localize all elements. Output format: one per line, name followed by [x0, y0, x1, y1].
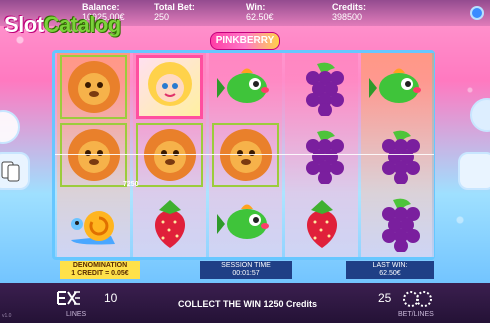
last-win-panel: LAST WIN: 62.50€ [346, 261, 434, 279]
symbol-lion [136, 123, 203, 187]
slotcatalog-watermark: SlotCatalog [4, 12, 121, 38]
symbol-lion [60, 123, 127, 187]
bet-lines-label: BET/LINES [398, 311, 434, 318]
denomination-value: 1 CREDIT = 0.05€ [71, 270, 129, 277]
symbol-strawberry [136, 191, 203, 255]
win-value: 62.50€ [246, 12, 274, 22]
collect-win-message: COLLECT THE WIN 1250 Credits [178, 299, 318, 309]
spin-settings-button[interactable] [458, 152, 490, 190]
last-win-value: 62.50€ [379, 270, 401, 277]
credits-stat: Credits: 398500 [332, 2, 366, 22]
lines-logo-icon[interactable] [56, 289, 82, 307]
lines-value: 10 [104, 291, 118, 305]
autoplay-button[interactable] [470, 98, 490, 132]
total-bet-value: 250 [154, 12, 170, 22]
grapes-icon [381, 130, 420, 184]
symbol-snail [60, 191, 127, 255]
symbol-grapes [364, 191, 431, 255]
symbol-fish [364, 55, 431, 119]
snail-icon [70, 211, 115, 245]
version-label: v1.0 [2, 313, 12, 319]
grapes-icon [305, 130, 344, 184]
session-time-panel: SESSION TIME 00:01:57 [200, 261, 292, 279]
fish-icon [368, 68, 421, 103]
symbol-grapes [288, 123, 355, 187]
strawberry-icon [306, 200, 337, 248]
win-small-value: 7250 [123, 181, 139, 188]
symbol-strawberry [288, 191, 355, 255]
session-label: SESSION TIME [221, 262, 271, 269]
symbol-grapes [288, 55, 355, 119]
watermark-part2: Catalog [43, 12, 122, 37]
reel-2 [133, 53, 206, 257]
lion-icon [67, 61, 120, 113]
strawberry-icon [154, 200, 185, 248]
lines-label: LINES [66, 311, 87, 318]
settings-gear-icon[interactable] [470, 6, 484, 20]
grapes-icon [305, 62, 344, 116]
reel-1 [57, 53, 130, 257]
symbol-grapes [364, 123, 431, 187]
lion-icon [143, 129, 196, 181]
session-value: 00:01:57 [232, 270, 260, 277]
reel-5 [361, 53, 434, 257]
last-win-label: LAST WIN: [372, 262, 408, 269]
reels-frame: 7250 [52, 50, 435, 260]
balance-label: Balance: [82, 2, 120, 12]
win-label: Win: [246, 2, 266, 12]
symbol-fish [212, 55, 279, 119]
fish-icon [216, 204, 269, 239]
reel-3 [209, 53, 282, 257]
lion-icon [219, 129, 272, 181]
fish-icon [216, 68, 269, 103]
credits-value: 398500 [332, 12, 363, 22]
lion-icon [67, 129, 120, 181]
symbol-lion [212, 123, 279, 187]
symbol-wild-doll [136, 55, 203, 119]
grapes-icon [381, 198, 420, 252]
wild-doll-icon [147, 62, 192, 106]
win-line [55, 154, 434, 155]
win-stat: Win: 62.50€ [246, 2, 274, 22]
symbol-fish [212, 191, 279, 255]
cards-gamble-button[interactable] [0, 152, 30, 190]
reel-4 [285, 53, 358, 257]
total-bet-label: Total Bet: [154, 2, 195, 12]
game-logo: PINKBERRY [210, 32, 280, 50]
credits-label: Credits: [332, 2, 367, 12]
bottom-control-bar: v1.0 10 LINES COLLECT THE WIN 1250 Credi… [0, 283, 490, 323]
total-bet-stat: Total Bet: 250 [154, 2, 195, 22]
symbol-lion [60, 55, 127, 119]
watermark-part1: Slot [4, 12, 44, 37]
cards-icon [1, 161, 20, 182]
denomination-panel[interactable]: DENOMINATION 1 CREDIT = 0.05€ [60, 261, 140, 279]
left-menu-button[interactable] [0, 110, 20, 144]
bet-per-line-value: 25 [378, 291, 392, 305]
denomination-label: DENOMINATION [72, 262, 128, 269]
chips-icon[interactable] [402, 290, 434, 308]
